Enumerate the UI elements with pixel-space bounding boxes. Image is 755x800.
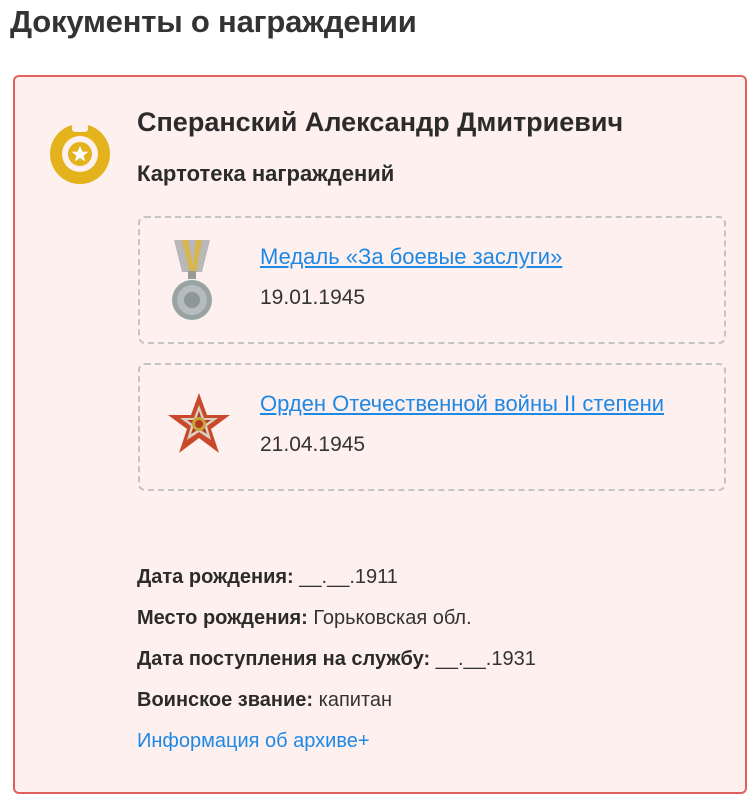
order-star-icon bbox=[168, 393, 230, 453]
award-link[interactable]: Медаль «За боевые заслуги» bbox=[260, 244, 562, 270]
detail-value: __.__.1931 bbox=[435, 648, 536, 670]
detail-value: Горьковская обл. bbox=[313, 607, 472, 629]
birth-date-row: Дата рождения: __.__.1911 bbox=[137, 563, 536, 604]
award-item: Медаль «За боевые заслуги» 19.01.1945 bbox=[138, 216, 726, 344]
award-date: 19.01.1945 bbox=[260, 286, 366, 309]
page-title: Документы о награждении bbox=[10, 4, 417, 39]
detail-label: Дата поступления на службу: bbox=[137, 648, 431, 670]
award-cards-label: Картотека награждений bbox=[137, 161, 395, 186]
person-details: Дата рождения: __.__.1911 Место рождения… bbox=[137, 563, 536, 727]
award-link[interactable]: Орден Отечественной войны II степени bbox=[260, 391, 664, 417]
person-name: Сперанский Александр Дмитриевич bbox=[137, 107, 624, 137]
military-rank-row: Воинское звание: капитан bbox=[137, 686, 536, 727]
detail-label: Дата рождения: bbox=[137, 566, 294, 588]
detail-label: Место рождения: bbox=[137, 607, 308, 629]
detail-label: Воинское звание: bbox=[137, 689, 314, 711]
detail-value: капитан bbox=[318, 689, 393, 711]
medal-icon bbox=[172, 240, 212, 320]
birth-place-row: Место рождения: Горьковская обл. bbox=[137, 604, 536, 645]
award-badge-icon bbox=[50, 118, 110, 184]
award-item: Орден Отечественной войны II степени 21.… bbox=[138, 363, 726, 491]
detail-value: __.__.1911 bbox=[299, 566, 398, 588]
archive-info-link[interactable]: Информация об архиве+ bbox=[137, 730, 370, 753]
award-record-card: Сперанский Александр Дмитриевич Картотек… bbox=[13, 75, 747, 794]
service-start-row: Дата поступления на службу: __.__.1931 bbox=[137, 645, 536, 686]
award-date: 21.04.1945 bbox=[260, 433, 366, 456]
